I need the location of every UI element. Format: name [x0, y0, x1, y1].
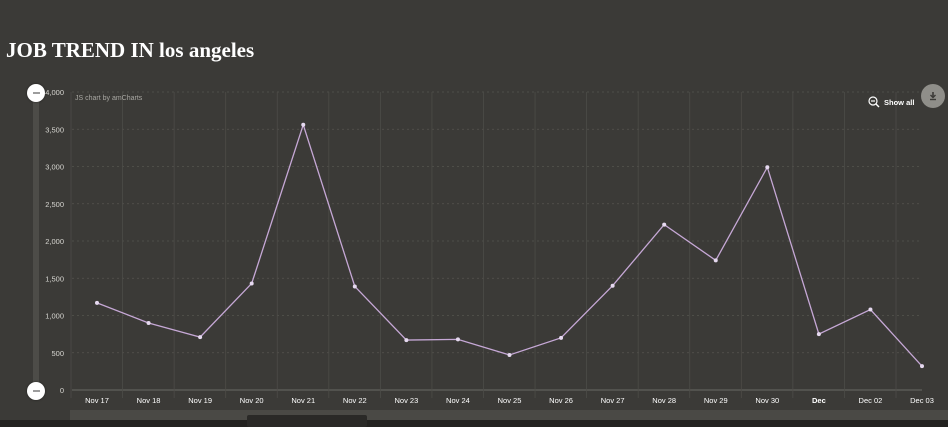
x-tick-label: Dec 02 — [859, 396, 883, 405]
data-point[interactable] — [765, 165, 770, 170]
data-point[interactable] — [249, 281, 254, 286]
y-tick-label: 500 — [51, 349, 64, 358]
x-tick-label: Nov 25 — [498, 396, 522, 405]
data-point[interactable] — [404, 338, 409, 343]
y-tick-label: 3,000 — [45, 163, 64, 172]
y-tick-label: 1,500 — [45, 274, 64, 283]
horizontal-scrollbar-grip[interactable] — [247, 415, 367, 427]
show-all-button[interactable]: Show all — [868, 96, 914, 108]
y-tick-label: 2,000 — [45, 237, 64, 246]
x-axis: Nov 17 Nov 18 Nov 19 Nov 20 Nov 21 Nov 22 Nov … — [85, 396, 934, 405]
x-tick-label: Nov 27 — [601, 396, 625, 405]
y-axis: 0 500 1,000 1,500 2,000 2,500 3,000 3,500 4,000 — [45, 88, 64, 395]
download-icon — [930, 92, 936, 101]
x-tick-label: Nov 20 — [240, 396, 264, 405]
x-tick-label: Nov 29 — [704, 396, 728, 405]
data-point[interactable] — [301, 122, 306, 127]
data-point[interactable] — [95, 300, 99, 305]
y-tick-label: 3,500 — [45, 125, 64, 134]
y-tick-label: 0 — [60, 386, 64, 395]
x-tick-label: Nov 19 — [188, 396, 212, 405]
x-tick-label: Nov 21 — [291, 396, 315, 405]
data-point[interactable] — [610, 283, 615, 288]
x-tick-label: Nov 28 — [652, 396, 676, 405]
data-point[interactable] — [868, 307, 873, 312]
zoom-out-icon — [868, 96, 880, 108]
data-point[interactable] — [559, 335, 564, 340]
download-button[interactable] — [921, 84, 945, 108]
data-point[interactable] — [507, 352, 512, 357]
data-point[interactable] — [146, 320, 151, 325]
data-point[interactable] — [816, 332, 821, 337]
data-point[interactable] — [455, 337, 460, 342]
line-chart: 05001,0001,5002,0002,5003,0003,5004,000 … — [45, 88, 934, 405]
x-tick-label: Nov 17 — [85, 396, 109, 405]
data-points — [95, 122, 924, 369]
data-point[interactable] — [920, 364, 924, 369]
data-point[interactable] — [662, 222, 667, 227]
x-tick-label: Dec 03 — [910, 396, 934, 405]
chart-credit[interactable]: JS chart by amCharts — [75, 95, 142, 102]
series-line — [96, 122, 923, 367]
y-tick-label: 1,000 — [45, 312, 64, 321]
data-point[interactable] — [198, 335, 203, 340]
grid — [70, 91, 922, 398]
x-tick-label: Nov 23 — [394, 396, 418, 405]
x-tick-label: Nov 22 — [343, 396, 367, 405]
data-point[interactable] — [352, 284, 357, 289]
x-tick-label: Dec — [812, 396, 826, 405]
y-tick-label: 2,500 — [45, 200, 64, 209]
horizontal-scrollbar-band — [0, 420, 948, 427]
data-point[interactable] — [713, 258, 718, 263]
x-tick-label: Nov 18 — [137, 396, 161, 405]
x-tick-label: Nov 30 — [755, 396, 779, 405]
x-tick-label: Nov 26 — [549, 396, 573, 405]
x-tick-label: Nov 24 — [446, 396, 470, 405]
show-all-label: Show all — [884, 97, 915, 107]
y-tick-label: 4,000 — [45, 88, 64, 97]
